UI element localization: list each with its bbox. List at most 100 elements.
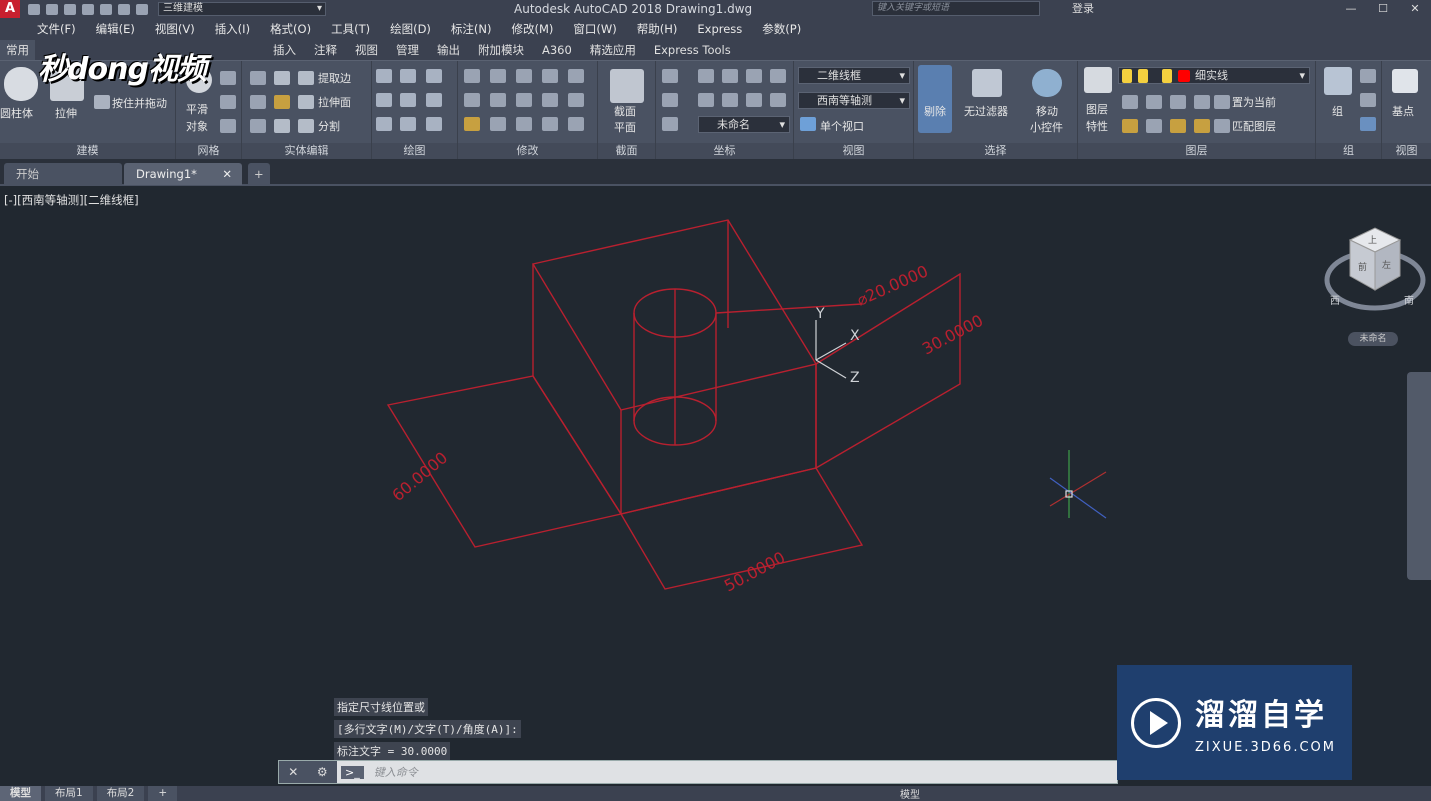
group-icon[interactable] [1324, 67, 1352, 95]
open-icon[interactable] [46, 3, 58, 15]
command-input[interactable]: 键入命令 [374, 764, 418, 780]
mesh-tool3-icon[interactable] [220, 119, 236, 133]
move-icon[interactable] [516, 69, 532, 83]
intersect-icon[interactable] [250, 119, 266, 133]
cylinder-icon[interactable] [4, 67, 38, 101]
new-icon[interactable] [28, 3, 40, 15]
save-icon[interactable] [64, 3, 76, 15]
new-tab-button[interactable]: + [248, 163, 270, 185]
ucs-origin-icon[interactable] [722, 69, 738, 83]
panel-view2-label[interactable]: 视图 [1382, 143, 1431, 159]
set-current-icon[interactable] [1214, 95, 1230, 109]
gizmo-label-2[interactable]: 小控件 [1030, 119, 1063, 135]
slice-icon[interactable] [274, 95, 290, 109]
ucs-world-icon[interactable] [698, 69, 714, 83]
subtract-icon[interactable] [250, 95, 266, 109]
mesh-tool2-icon[interactable] [220, 95, 236, 109]
ungroup-icon[interactable] [1360, 69, 1376, 83]
ucs-face-icon[interactable] [662, 93, 678, 107]
chamfer-icon[interactable] [464, 93, 480, 107]
presspull-label[interactable]: 按住并拖动 [112, 95, 167, 111]
union-icon[interactable] [250, 71, 266, 85]
spline-icon[interactable] [376, 93, 392, 107]
extrude-faces-icon[interactable] [298, 95, 314, 109]
scale-icon[interactable] [464, 117, 480, 131]
maximize-icon[interactable]: ☐ [1367, 0, 1399, 18]
filter-icon[interactable] [972, 69, 1002, 97]
fillet-icon[interactable] [464, 69, 480, 83]
arc-icon[interactable] [426, 69, 442, 83]
menu-help[interactable]: 帮助(H) [637, 21, 678, 37]
copy-icon[interactable] [490, 69, 506, 83]
array-icon[interactable] [490, 93, 506, 107]
interfere-icon[interactable] [274, 119, 290, 133]
panel-selection-label[interactable]: 选择 [914, 143, 1077, 159]
layer-tool4-icon[interactable] [1194, 95, 1210, 109]
login-button[interactable]: 登录 [1072, 0, 1094, 18]
layer-tool8-icon[interactable] [1194, 119, 1210, 133]
layer-tool6-icon[interactable] [1146, 119, 1162, 133]
navigation-bar[interactable] [1407, 372, 1431, 580]
layer-tool5-icon[interactable] [1122, 119, 1138, 133]
tab-start[interactable]: 开始 [4, 163, 122, 185]
tab-express[interactable]: Express Tools [654, 43, 731, 57]
separate-label[interactable]: 分割 [318, 118, 340, 134]
menu-express[interactable]: Express [697, 22, 742, 36]
gizmo-label-1[interactable]: 移动 [1036, 103, 1058, 119]
match-layer-label[interactable]: 匹配图层 [1232, 118, 1276, 134]
line-icon[interactable] [376, 69, 392, 83]
culling-button[interactable] [918, 65, 952, 133]
panel-coordinates-label[interactable]: 坐标 [656, 143, 793, 159]
menu-dimension[interactable]: 标注(N) [451, 21, 492, 37]
separate-icon[interactable] [298, 119, 314, 133]
no-filter-label[interactable]: 无过滤器 [964, 103, 1008, 119]
menu-view[interactable]: 视图(V) [155, 21, 195, 37]
close-icon[interactable]: ✕ [1399, 0, 1431, 18]
add-layout-button[interactable]: + [148, 786, 178, 801]
undo-icon[interactable] [118, 3, 130, 15]
ellipse-icon[interactable] [426, 117, 442, 131]
group-select-icon[interactable] [1360, 117, 1376, 131]
trim-icon[interactable] [568, 69, 584, 83]
set-current-label[interactable]: 置为当前 [1232, 94, 1276, 110]
layer-tool7-icon[interactable] [1170, 119, 1186, 133]
stretch-icon[interactable] [490, 117, 506, 131]
extract-edges-label[interactable]: 提取边 [318, 70, 351, 86]
close-tab-icon[interactable]: ✕ [222, 163, 232, 185]
close-cmd-icon[interactable]: ✕ [288, 765, 298, 779]
match-layer-icon[interactable] [1214, 119, 1230, 133]
base-point-icon[interactable] [1392, 69, 1418, 93]
shell-icon[interactable] [568, 93, 584, 107]
ucs-name-dropdown[interactable]: 未命名 [698, 116, 790, 133]
tab-model[interactable]: 模型 [0, 786, 41, 801]
tab-featured[interactable]: 精选应用 [590, 42, 636, 58]
ray-icon[interactable] [400, 93, 416, 107]
panel-view-label[interactable]: 视图 [794, 143, 913, 159]
ucs-y-icon[interactable] [722, 93, 738, 107]
ucs-icon[interactable] [662, 69, 678, 83]
panel-section-label[interactable]: 截面 [598, 143, 655, 159]
panel-mesh-label[interactable]: 网格 [176, 143, 241, 159]
tab-addins[interactable]: 附加模块 [478, 42, 524, 58]
menu-insert[interactable]: 插入(I) [215, 21, 250, 37]
circle-icon[interactable] [426, 93, 442, 107]
menu-edit[interactable]: 编辑(E) [96, 21, 135, 37]
ucs-icon-toggle[interactable] [662, 117, 678, 131]
menu-parametric[interactable]: 参数(P) [762, 21, 801, 37]
panel-layers-label[interactable]: 图层 [1078, 143, 1315, 159]
menu-format[interactable]: 格式(O) [270, 21, 311, 37]
rotate3d-icon[interactable] [542, 69, 558, 83]
polygon-icon[interactable] [376, 117, 392, 131]
tab-layout1[interactable]: 布局1 [45, 786, 93, 801]
tab-output[interactable]: 输出 [437, 42, 460, 58]
tab-drawing1[interactable]: Drawing1* ✕ [124, 163, 242, 185]
align-icon[interactable] [542, 117, 558, 131]
panel-modify-label[interactable]: 修改 [458, 143, 597, 159]
viewport-config[interactable]: 单个视口 [820, 118, 864, 134]
lock-icon[interactable] [1162, 69, 1172, 83]
polyline-icon[interactable] [400, 69, 416, 83]
redo-icon[interactable] [136, 3, 148, 15]
sun-icon[interactable] [1138, 69, 1148, 83]
menu-modify[interactable]: 修改(M) [512, 21, 554, 37]
rectangle-icon[interactable] [400, 117, 416, 131]
